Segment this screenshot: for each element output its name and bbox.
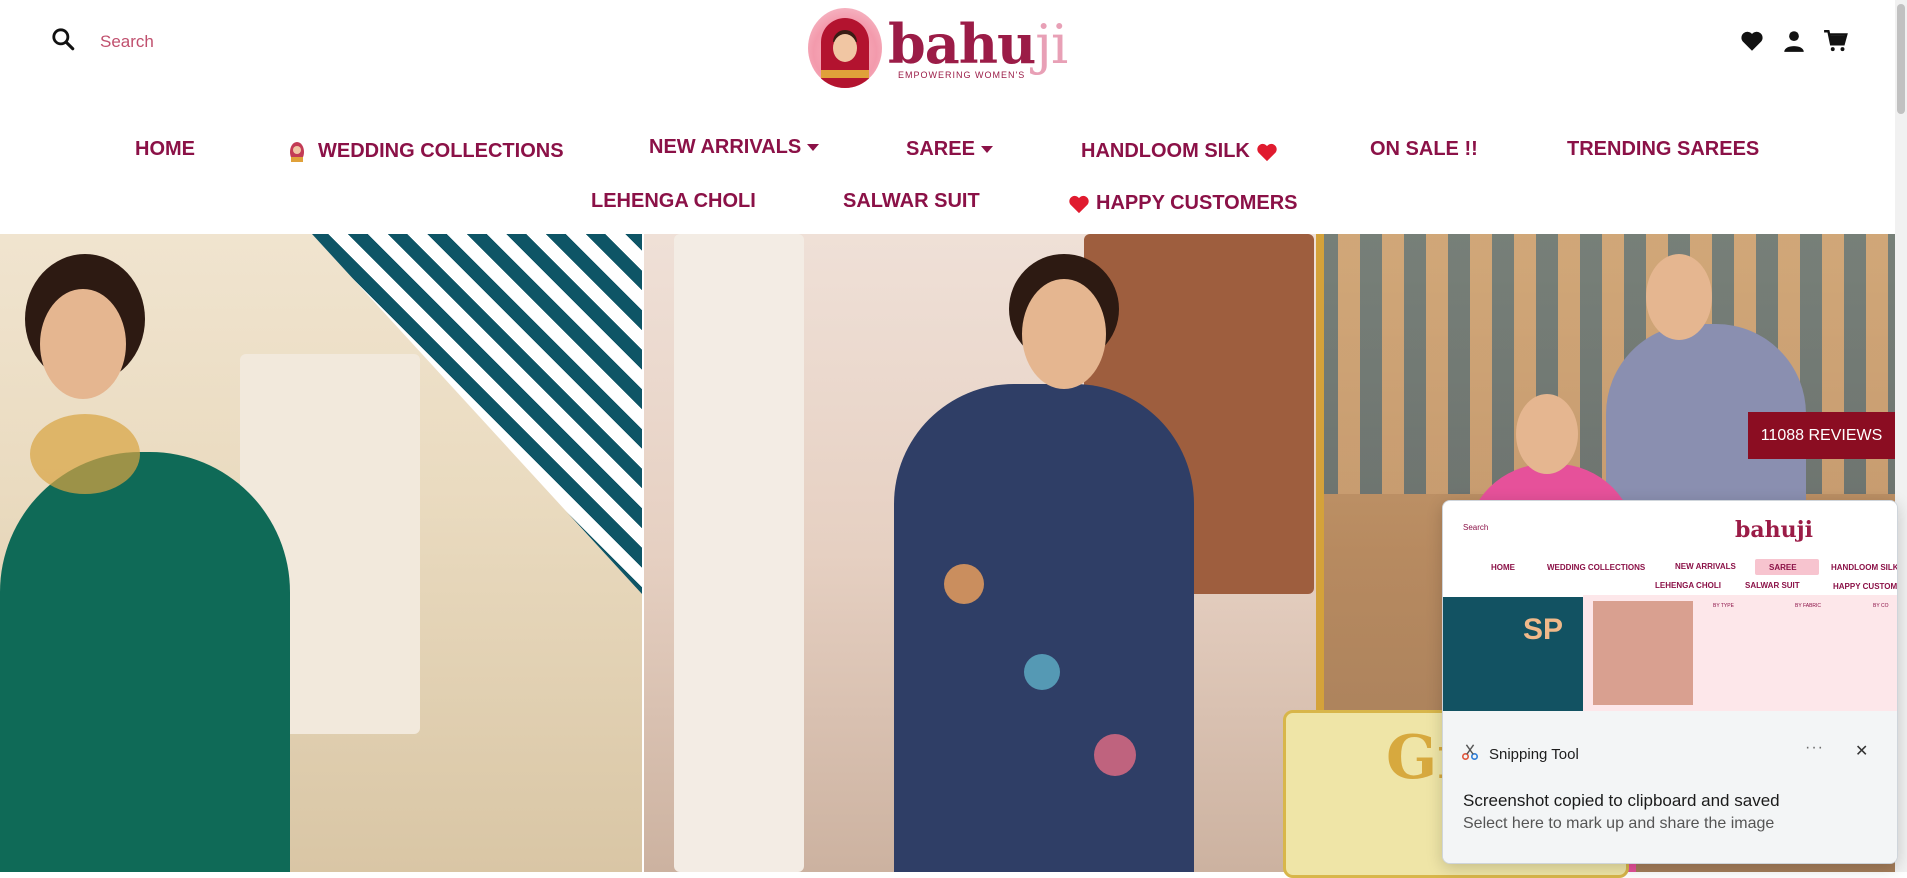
snipping-tool-notification[interactable]: Search bahuji HOME WEDDING COLLECTIONS N…	[1442, 500, 1898, 864]
notification-app-name: Snipping Tool	[1489, 746, 1579, 763]
nav-home[interactable]: HOME	[135, 138, 195, 161]
hero-photo-blue-saree[interactable]	[644, 234, 1316, 872]
scissors-icon	[1461, 743, 1479, 766]
nav-trending-sarees[interactable]: TRENDING SAREES	[1567, 138, 1759, 161]
close-icon[interactable]: ✕	[1855, 741, 1868, 761]
heart-icon[interactable]	[1739, 28, 1765, 54]
nav-wedding-collections[interactable]: WEDDING COLLECTIONS	[288, 140, 564, 163]
bride-logo-icon	[808, 8, 882, 88]
logo-wordmark: bahuji	[888, 11, 1068, 76]
thumbnail-nav-item: WEDDING COLLECTIONS	[1547, 563, 1646, 572]
chevron-down-icon	[980, 146, 993, 153]
nav-new-arrivals[interactable]: NEW ARRIVALS	[649, 136, 820, 159]
thumbnail-nav-item: HOME	[1491, 563, 1515, 572]
red-heart-icon	[1068, 194, 1090, 214]
nav-on-sale[interactable]: ON SALE !!	[1370, 138, 1478, 161]
reviews-badge[interactable]: 11088 REVIEWS	[1748, 412, 1895, 459]
screenshot-thumbnail[interactable]: Search bahuji HOME WEDDING COLLECTIONS N…	[1443, 501, 1897, 711]
thumbnail-nav-item: HANDLOOM SILK	[1831, 563, 1897, 572]
user-icon[interactable]	[1781, 28, 1807, 54]
site-header: bahuji EMPOWERING WOMEN'S HOME WEDDING C…	[0, 0, 1907, 234]
bride-icon	[288, 141, 306, 163]
thumbnail-nav-item: SAREE	[1769, 563, 1797, 572]
thumbnail-nav-item: SALWAR SUIT	[1745, 581, 1800, 590]
nav-handloom-silk[interactable]: HANDLOOM SILK	[1081, 140, 1284, 163]
search-bar[interactable]	[50, 26, 402, 57]
hero-photo-green-saree[interactable]	[0, 234, 642, 872]
search-input[interactable]	[98, 30, 402, 53]
nav-happy-customers[interactable]: HAPPY CUSTOMERS	[1068, 192, 1298, 215]
thumbnail-logo: bahuji	[1735, 517, 1813, 543]
notification-title: Screenshot copied to clipboard and saved	[1463, 791, 1780, 810]
nav-salwar-suit[interactable]: SALWAR SUIT	[843, 190, 980, 213]
red-heart-icon	[1256, 142, 1278, 162]
notification-body[interactable]: Snipping Tool ··· ✕ Screenshot copied to…	[1443, 711, 1897, 863]
search-icon[interactable]	[50, 26, 76, 57]
logo-tagline: EMPOWERING WOMEN'S	[898, 69, 1026, 80]
thumbnail-hero-text: SP	[1523, 613, 1564, 646]
nav-saree[interactable]: SAREE	[906, 138, 993, 161]
thumbnail-menu-header: BY FABRIC	[1795, 603, 1822, 609]
scrollbar-thumb[interactable]	[1897, 4, 1905, 114]
more-options-icon[interactable]: ···	[1805, 739, 1824, 757]
thumbnail-menu-header: BY CO	[1873, 603, 1889, 609]
nav-lehenga-choli[interactable]: LEHENGA CHOLI	[591, 190, 756, 213]
notification-app: Snipping Tool	[1461, 743, 1579, 766]
thumbnail-nav-item: LEHENGA CHOLI	[1655, 581, 1721, 590]
notification-subtitle: Select here to mark up and share the ima…	[1463, 815, 1775, 832]
thumbnail-nav-item: NEW ARRIVALS	[1675, 562, 1736, 571]
cart-icon[interactable]	[1823, 28, 1849, 54]
chevron-down-icon	[807, 144, 820, 151]
thumbnail-nav-item: HAPPY CUSTOM	[1833, 582, 1897, 591]
site-logo[interactable]: bahuji EMPOWERING WOMEN'S	[808, 8, 1068, 88]
header-icons	[1739, 28, 1849, 54]
thumbnail-search: Search	[1463, 523, 1489, 532]
thumbnail-menu-header: BY TYPE	[1713, 603, 1734, 609]
